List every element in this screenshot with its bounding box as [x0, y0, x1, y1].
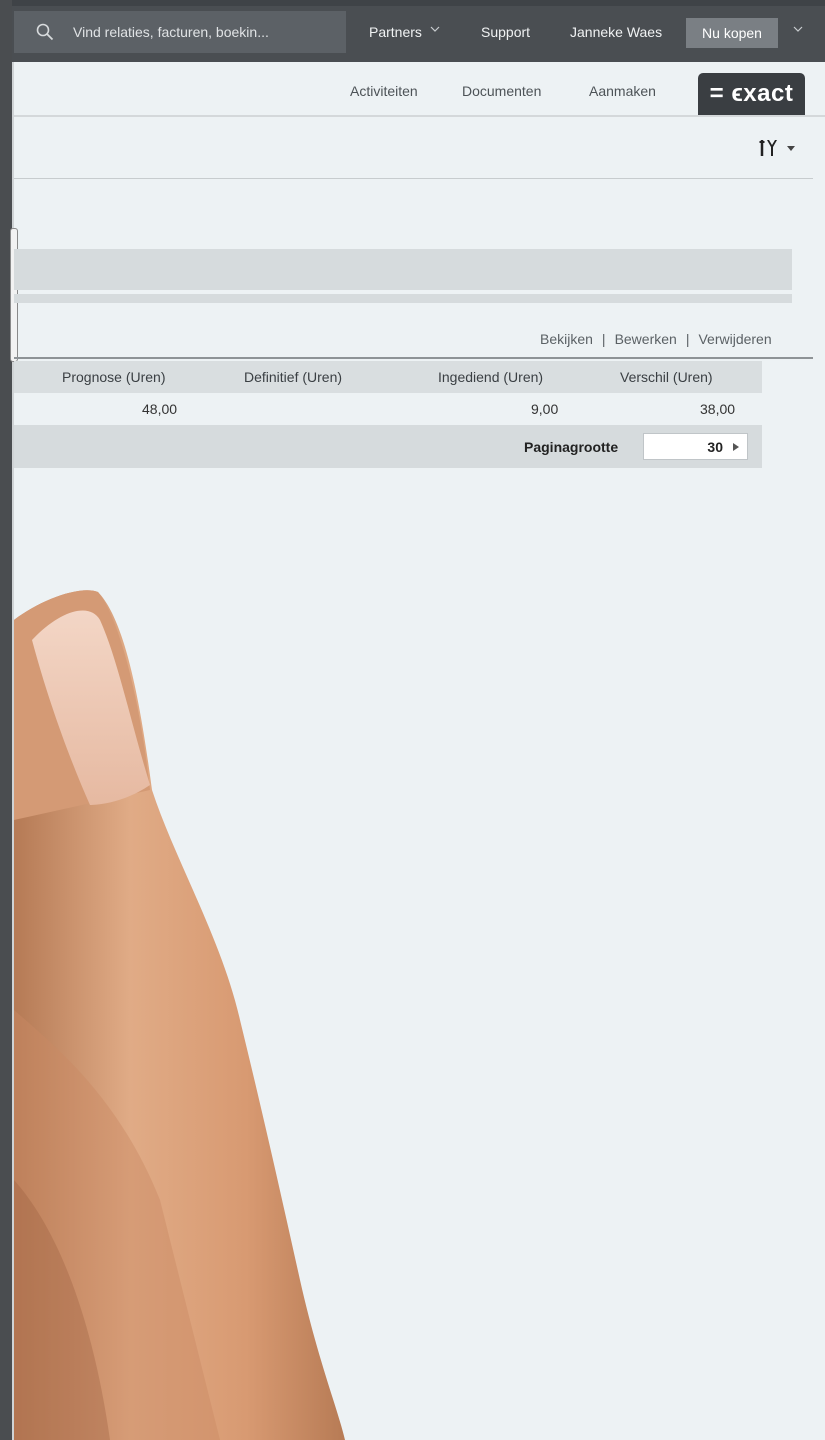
section-subheader [14, 294, 792, 303]
sub-navigation: Activiteiten Documenten Aanmaken = ϵxact [14, 62, 825, 117]
global-search[interactable]: Vind relaties, facturen, boekin... [14, 11, 346, 53]
page-size-value[interactable]: 30 [707, 439, 723, 455]
search-icon [36, 23, 54, 41]
table-header: Prognose (Uren) Definitief (Uren) Ingedi… [14, 361, 762, 393]
play-arrow-icon[interactable] [733, 443, 739, 451]
activities-menu[interactable]: Activiteiten [350, 83, 418, 99]
delete-link[interactable]: Verwijderen [698, 331, 771, 347]
search-input[interactable]: Vind relaties, facturen, boekin... [73, 24, 269, 40]
documents-menu[interactable]: Documenten [462, 83, 541, 99]
divider [14, 178, 813, 179]
table-footer: Paginagrootte 30 [14, 425, 762, 468]
create-menu[interactable]: Aanmaken [589, 83, 656, 99]
support-link[interactable]: Support [481, 24, 530, 40]
cell-submitted: 9,00 [531, 401, 559, 417]
separator: | [601, 331, 606, 347]
buy-now-button[interactable]: Nu kopen [686, 18, 778, 48]
tools-icon[interactable] [758, 136, 798, 158]
section-header [14, 249, 792, 290]
cell-difference: 38,00 [700, 401, 736, 417]
view-link[interactable]: Bekijken [540, 331, 593, 347]
column-header-submitted[interactable]: Ingediend (Uren) [438, 369, 543, 385]
column-header-forecast[interactable]: Prognose (Uren) [62, 369, 166, 385]
page-size-input[interactable]: 30 [643, 433, 748, 460]
top-bar: Vind relaties, facturen, boekin... Partn… [12, 0, 825, 62]
separator: | [685, 331, 690, 347]
chevron-down-icon[interactable] [430, 24, 440, 34]
user-name[interactable]: Janneke Waes [570, 24, 662, 40]
row-actions: Bekijken | Bewerken | Verwijderen [540, 331, 772, 347]
exact-logo[interactable]: = ϵxact [698, 73, 805, 115]
page-size-label: Paginagrootte [524, 439, 619, 455]
finger-image [14, 590, 345, 1440]
table-top-border [14, 357, 813, 359]
column-header-difference[interactable]: Verschil (Uren) [620, 369, 713, 385]
chevron-down-icon[interactable] [793, 24, 803, 34]
cell-forecast: 48,00 [142, 401, 178, 417]
table-row[interactable]: 48,00 9,00 38,00 [14, 393, 762, 425]
edit-link[interactable]: Bewerken [615, 331, 677, 347]
partners-menu[interactable]: Partners [369, 24, 422, 40]
column-header-final[interactable]: Definitief (Uren) [244, 369, 342, 385]
